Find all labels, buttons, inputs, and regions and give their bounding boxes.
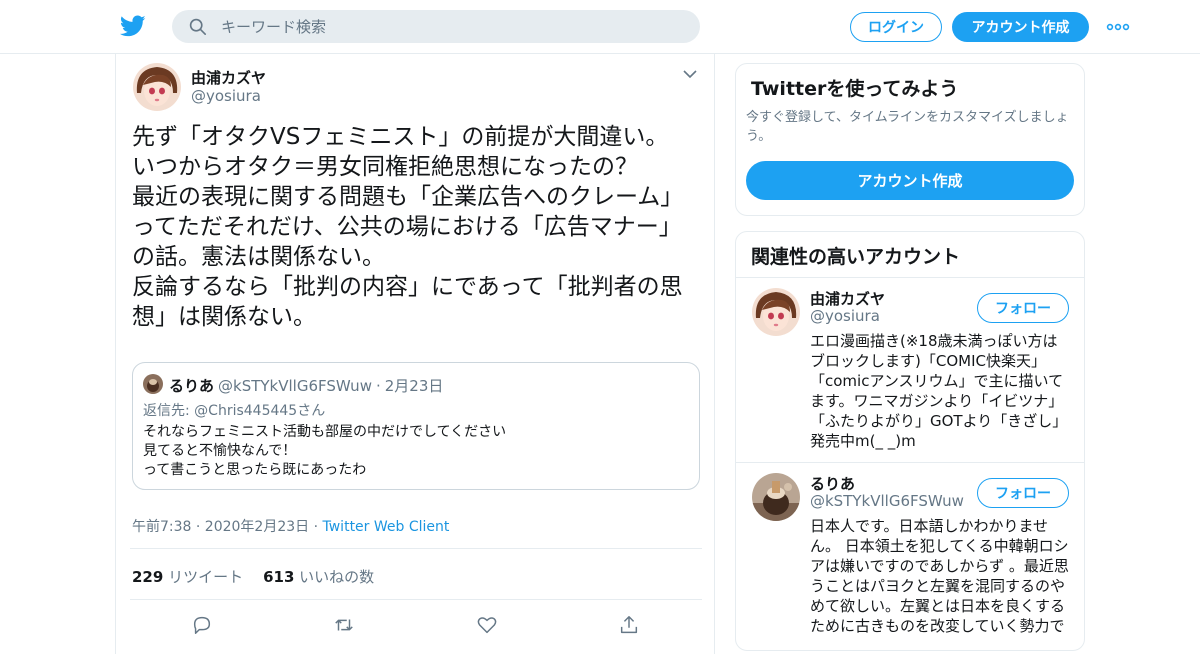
bio-line: ます。ワニマガジンより「イビツナ」 — [810, 392, 1064, 410]
bio-line: 日本人です。日本語しかわかりませ — [810, 517, 1049, 535]
signup-card-title: Twitterを使ってみよう — [751, 78, 959, 100]
bio-line: うことはパヨクと左翼を混同するのや — [810, 577, 1066, 595]
search-input[interactable]: キーワード検索 — [221, 16, 326, 37]
bio-line: アは嫌いですのであしからず 。最近思 — [810, 557, 1069, 575]
related-accounts-card: 関連性の高いアカウント 由浦カズヤ @yosiura フォロー エロ漫画描き(※… — [735, 231, 1085, 651]
avatar[interactable] — [752, 473, 800, 521]
tweet-text: 先ず「オタクVSフェミニスト」の前提が大間違い。 いつからオタク＝男女同権拒絶思… — [132, 122, 704, 332]
tweet-text-line: 最近の表現に関する問題も「企業広告へのクレーム」 — [132, 184, 684, 210]
bio-line: エロ漫画描き(※18歳未満っぽい方は — [810, 332, 1058, 350]
login-button[interactable]: ログイン — [850, 12, 942, 42]
signup-card-subtitle: 今すぐ登録して、タイムラインをカスタマイズしましょう。 — [746, 110, 1069, 144]
reply-icon[interactable] — [191, 614, 213, 636]
reply-prefix: 返信先: — [143, 403, 195, 419]
account-bio: エロ漫画描き(※18歳未満っぽい方は ブロックします)「COMIC快楽天」 「c… — [810, 331, 1074, 451]
reply-to-line: 返信先: @Chris445445さん — [143, 400, 325, 420]
twitter-bird-icon[interactable] — [120, 13, 146, 39]
like-label[interactable]: いいねの数 — [294, 568, 374, 586]
tweet-text-line: いつからオタク＝男女同権拒絶思想になったの？ — [132, 154, 638, 180]
tweet-stats: 229 リツイート 613 いいねの数 — [132, 566, 374, 587]
bio-line: ために古きものを改変していく勢力で — [810, 617, 1065, 635]
tweet-text-line: の話。憲法は関係ない。 — [132, 244, 385, 270]
tweet-text-line: 想」は関係ない。 — [132, 304, 316, 330]
like-icon[interactable] — [476, 614, 498, 636]
divider — [130, 548, 702, 549]
quoted-header: るりあ @kSTYkVllG6FSWuw · 2月23日 — [169, 375, 443, 396]
more-options-icon[interactable] — [1106, 18, 1130, 36]
bio-line: ブロックします)「COMIC快楽天」 — [810, 352, 1046, 370]
account-bio: 日本人です。日本語しかわかりませ ん。 日本領土を犯してくる中韓朝ロシ アは嫌い… — [810, 516, 1074, 636]
reply-mention: @Chris445445さん — [194, 403, 326, 419]
bio-line: 発売中m(_ _)m — [810, 432, 916, 450]
bio-line: 「comicアンスリウム」で主に描いて — [810, 372, 1064, 390]
tweet-text-line: 先ず「オタクVSフェミニスト」の前提が大間違い。 — [132, 124, 669, 150]
tweet-panel: 由浦カズヤ @yosiura 先ず「オタクVSフェミニスト」の前提が大間違い。 … — [115, 54, 715, 654]
separator-dot: · — [375, 377, 381, 395]
divider — [736, 462, 1084, 463]
share-icon[interactable] — [618, 614, 640, 636]
tweet-text-line: ってただそれだけ、公共の場における「広告マナー」 — [132, 214, 682, 240]
signup-card-button[interactable]: アカウント作成 — [746, 161, 1074, 200]
bio-line: 「ふたりよがり」GOTより「きざし」 — [810, 412, 1068, 430]
like-count[interactable]: 613 — [263, 568, 294, 586]
quoted-avatar — [143, 374, 163, 394]
quoted-text-line: 見てると不愉快なんで！ — [143, 443, 297, 459]
retweet-count[interactable]: 229 — [132, 568, 163, 586]
quoted-author-handle: @kSTYkVllG6FSWuw — [218, 377, 372, 395]
quoted-author-name: るりあ — [169, 377, 215, 395]
account-handle[interactable]: @yosiura — [810, 307, 880, 325]
signup-button[interactable]: アカウント作成 — [952, 12, 1089, 42]
top-bar: キーワード検索 ログイン アカウント作成 — [0, 0, 1200, 54]
bio-line: めて欲しい。左翼とは日本を良くする — [810, 597, 1066, 615]
search-icon — [189, 18, 207, 35]
quoted-date: 2月23日 — [384, 377, 444, 395]
account-name[interactable]: るりあ — [810, 473, 855, 494]
bio-line: ん。 日本領土を犯してくる中韓朝ロシ — [810, 537, 1069, 555]
avatar[interactable] — [133, 63, 181, 111]
follow-button[interactable]: フォロー — [977, 478, 1069, 508]
quoted-text-line: って書こうと思ったら既にあったわ — [143, 462, 367, 478]
account-handle[interactable]: @kSTYkVllG6FSWuw — [810, 492, 964, 510]
tweet-client[interactable]: Twitter Web Client — [323, 519, 450, 535]
quoted-text-line: それならフェミニスト活動も部屋の中だけでしてください — [143, 424, 507, 440]
quoted-tweet[interactable]: るりあ @kSTYkVllG6FSWuw · 2月23日 返信先: @Chris445… — [132, 362, 700, 490]
related-accounts-title: 関連性の高いアカウント — [751, 246, 961, 268]
retweet-label[interactable]: リツイート — [163, 568, 243, 586]
author-name[interactable]: 由浦カズヤ — [191, 67, 266, 88]
signup-card: Twitterを使ってみよう 今すぐ登録して、タイムラインをカスタマイズしましょ… — [735, 63, 1085, 216]
quoted-text: それならフェミニスト活動も部屋の中だけでしてください 見てると不愉快なんで！ っ… — [143, 423, 506, 480]
search-bar[interactable]: キーワード検索 — [172, 10, 700, 43]
tweet-timestamp[interactable]: 午前7:38 · 2020年2月23日 · — [132, 519, 323, 535]
divider — [130, 599, 702, 600]
follow-button[interactable]: フォロー — [977, 293, 1069, 323]
tweet-meta: 午前7:38 · 2020年2月23日 · Twitter Web Client — [132, 516, 449, 536]
chevron-down-icon[interactable] — [682, 68, 698, 80]
avatar[interactable] — [752, 288, 800, 336]
tweet-text-line: 反論するなら「批判の内容」にであって「批判者の思 — [132, 274, 683, 300]
divider — [736, 277, 1084, 278]
retweet-icon[interactable] — [333, 614, 355, 636]
author-handle[interactable]: @yosiura — [191, 87, 261, 105]
account-name[interactable]: 由浦カズヤ — [810, 288, 885, 309]
